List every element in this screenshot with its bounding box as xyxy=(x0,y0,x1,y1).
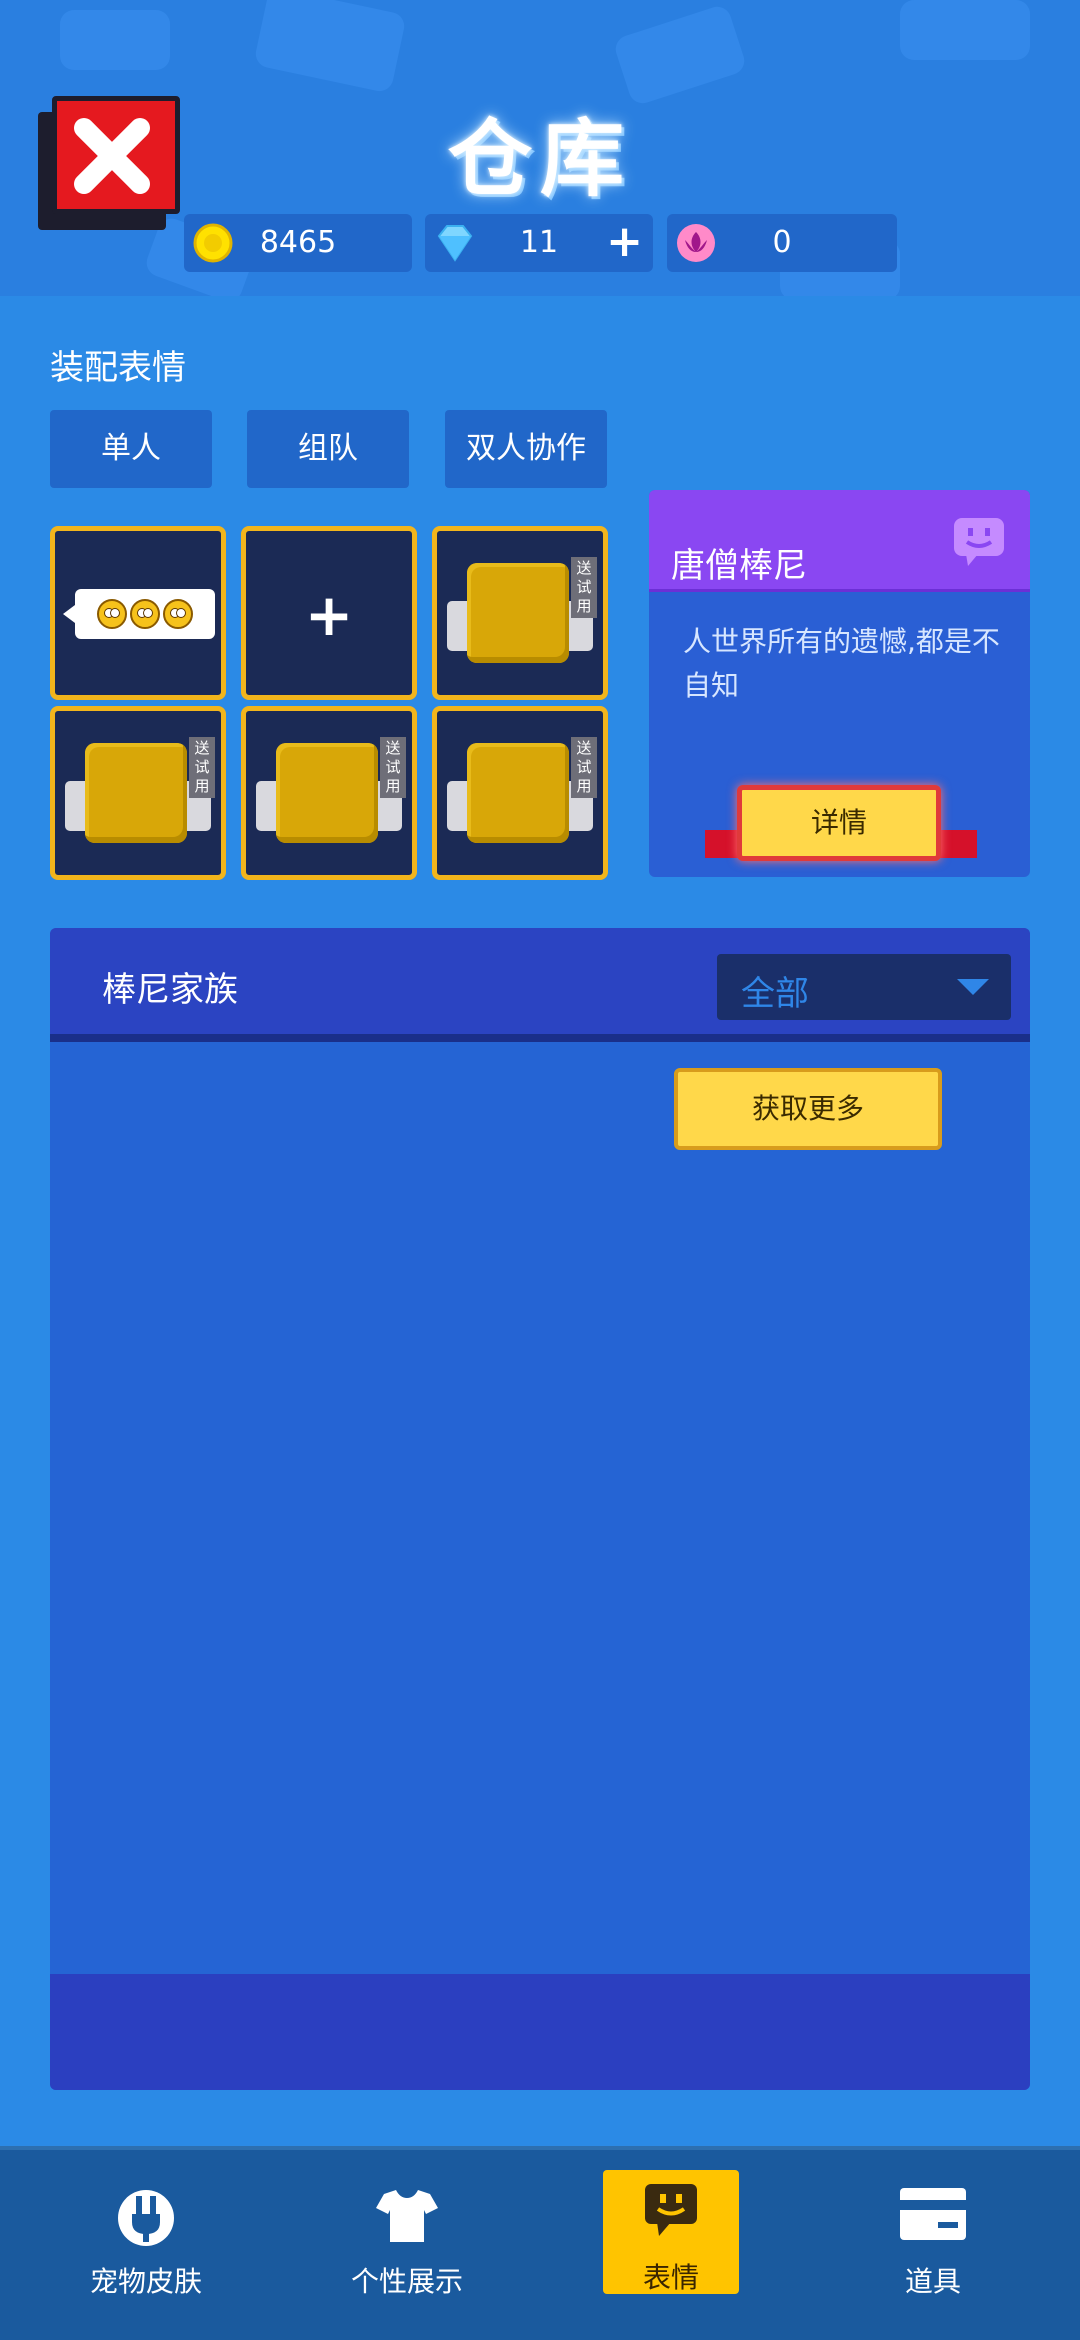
plus-icon: + xyxy=(304,581,354,649)
shocked-face-icon xyxy=(163,599,193,629)
emote-info-card: 唐僧棒尼 人世界所有的遗憾,都是不自知 详情 xyxy=(649,490,1030,877)
equip-section-title: 装配表情 xyxy=(50,348,186,388)
family-panel-header: 棒尼家族 全部 xyxy=(50,928,1030,1042)
nav-item-emotes[interactable]: 表情 xyxy=(603,2170,739,2294)
nav-label: 个性展示 xyxy=(350,2265,463,2298)
emote-block xyxy=(85,743,187,843)
nav-item-items[interactable]: 道具 xyxy=(853,2174,1013,2304)
lotus-value: 0 xyxy=(772,225,792,260)
pet-skin-icon xyxy=(118,2190,174,2246)
add-diamond-button[interactable]: + xyxy=(606,216,643,267)
lotus-counter: 0 xyxy=(667,214,897,272)
shocked-face-icon xyxy=(130,599,160,629)
nav-label: 表情 xyxy=(642,2261,699,2294)
gold-coin-value: 8465 xyxy=(259,225,337,260)
nav-item-pet-skin[interactable]: 宠物皮肤 xyxy=(66,2174,226,2304)
emote-slot-add[interactable]: + xyxy=(241,526,417,700)
family-filter-dropdown[interactable]: 全部 xyxy=(717,954,1011,1020)
family-panel-footer xyxy=(50,1974,1030,2090)
shirt-icon xyxy=(376,2190,438,2242)
emote-slot-6[interactable]: 送试用 xyxy=(432,706,608,880)
shocked-face-icon xyxy=(97,599,127,629)
emote-slot-3[interactable]: 送试用 xyxy=(432,526,608,700)
get-more-button[interactable]: 获取更多 xyxy=(674,1068,942,1150)
emote-block xyxy=(467,743,569,843)
card-description: 人世界所有的遗憾,都是不自知 xyxy=(683,625,1000,702)
chat-emote-icon xyxy=(954,518,1004,566)
bottom-nav: 宠物皮肤 个性展示 表情 道具 xyxy=(0,2146,1080,2340)
filter-value: 全部 xyxy=(741,974,809,1014)
emote-icon xyxy=(645,2184,697,2236)
trial-tag: 送试用 xyxy=(189,737,215,798)
trial-tag: 送试用 xyxy=(380,737,406,798)
chevron-down-icon xyxy=(957,979,989,995)
nav-item-profile-display[interactable]: 个性展示 xyxy=(327,2174,487,2304)
emoji-bubble xyxy=(63,589,215,639)
trial-tag: 送试用 xyxy=(571,737,597,798)
card-name: 唐僧棒尼 xyxy=(671,546,807,586)
emote-slot-5[interactable]: 送试用 xyxy=(241,706,417,880)
emote-slot-1[interactable] xyxy=(50,526,226,700)
card-header: 唐僧棒尼 xyxy=(649,490,1030,592)
trial-tag: 送试用 xyxy=(571,557,597,618)
detail-button[interactable]: 详情 xyxy=(737,785,941,861)
nav-label: 宠物皮肤 xyxy=(89,2265,202,2298)
tab-team[interactable]: 组队 xyxy=(247,410,409,488)
emote-slot-4[interactable]: 送试用 xyxy=(50,706,226,880)
gold-coin-counter: 8465 xyxy=(184,214,412,272)
tab-solo[interactable]: 单人 xyxy=(50,410,212,488)
diamond-counter: 11 + xyxy=(425,214,653,272)
tab-duo-coop[interactable]: 双人协作 xyxy=(445,410,607,488)
nav-label: 道具 xyxy=(904,2265,961,2298)
header: 仓库 8465 11 + 0 xyxy=(0,0,1080,296)
emote-block xyxy=(467,563,569,663)
page-title: 仓库 xyxy=(447,110,632,208)
card-icon xyxy=(900,2188,966,2240)
emote-block xyxy=(276,743,378,843)
family-title: 棒尼家族 xyxy=(102,970,238,1010)
